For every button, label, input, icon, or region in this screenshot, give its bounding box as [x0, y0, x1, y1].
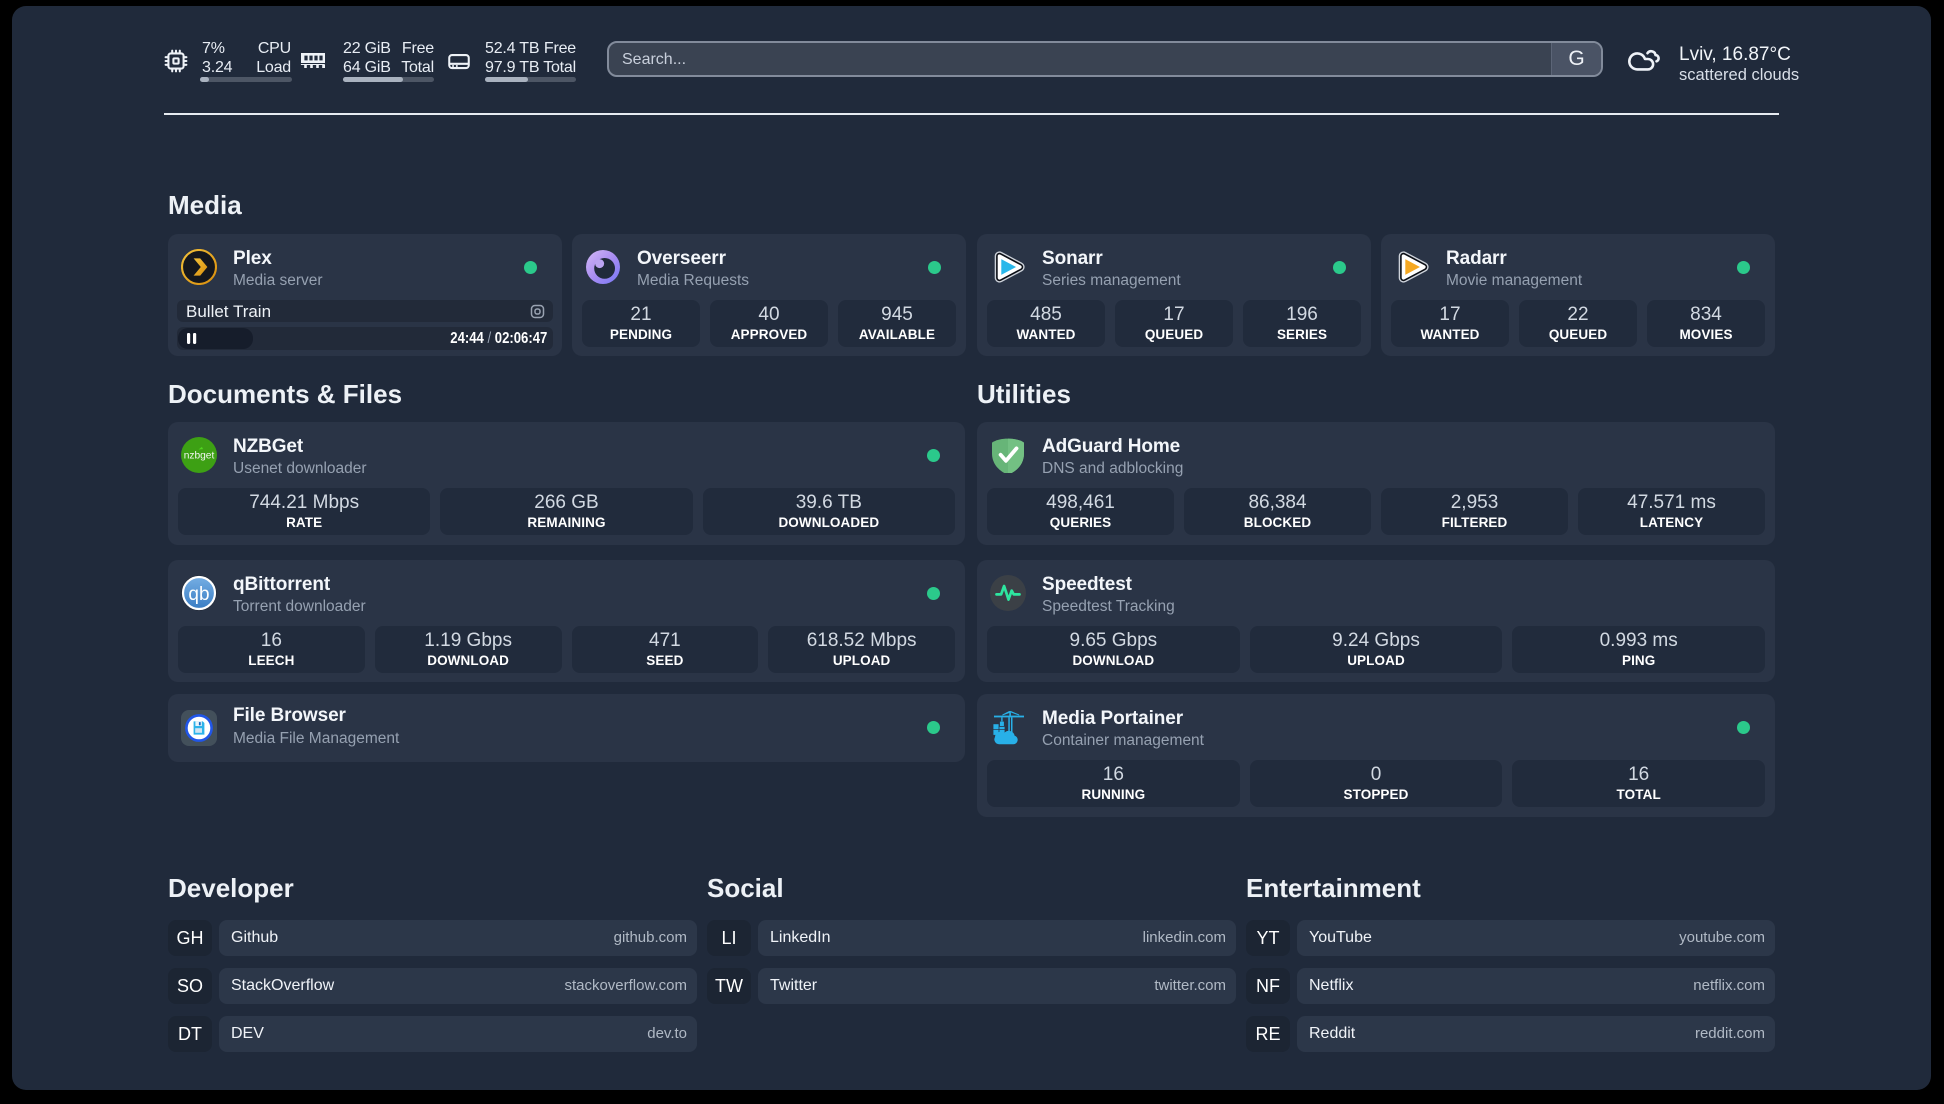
svg-text:qb: qb — [188, 584, 209, 605]
svg-text:nzbget: nzbget — [184, 451, 215, 462]
